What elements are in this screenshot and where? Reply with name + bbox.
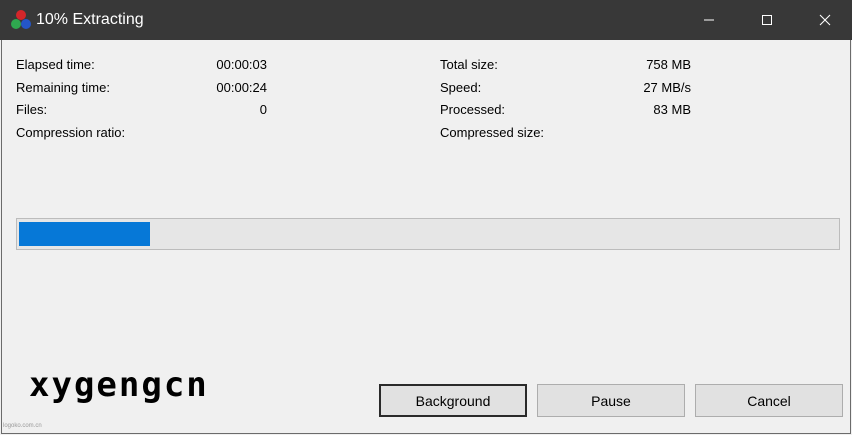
total-size-value: 758 MB [646,57,691,72]
speed-value: 27 MB/s [643,80,691,95]
close-icon [819,14,831,26]
minimize-icon [704,19,714,21]
extraction-progress-bar [16,218,840,250]
watermark-small-text: logoko.com.cn [3,423,42,429]
speed-label: Speed: [440,80,482,95]
minimize-button[interactable] [680,0,738,40]
progress-fill [19,222,150,246]
compressed-size-label: Compressed size: [440,125,545,140]
pause-button[interactable]: Pause [537,384,685,417]
maximize-icon [762,15,772,25]
cancel-button[interactable]: Cancel [695,384,843,417]
elapsed-time-value: 00:00:03 [216,57,267,72]
title-bar: 10% Extracting [0,0,852,40]
background-button[interactable]: Background [379,384,527,417]
window-title: 10% Extracting [36,11,144,28]
remaining-time-label: Remaining time: [16,80,110,95]
files-value: 0 [259,102,267,117]
remaining-time-value: 00:00:24 [216,80,267,95]
maximize-button[interactable] [738,0,796,40]
close-button[interactable] [796,0,852,40]
elapsed-time-label: Elapsed time: [16,57,95,72]
app-icon [11,10,31,29]
files-label: Files: [16,102,48,117]
compression-ratio-label: Compression ratio: [16,125,126,140]
total-size-label: Total size: [440,57,498,72]
processed-value: 83 MB [653,102,691,117]
processed-label: Processed: [440,102,506,117]
watermark-logo: xygengcn [29,365,209,405]
